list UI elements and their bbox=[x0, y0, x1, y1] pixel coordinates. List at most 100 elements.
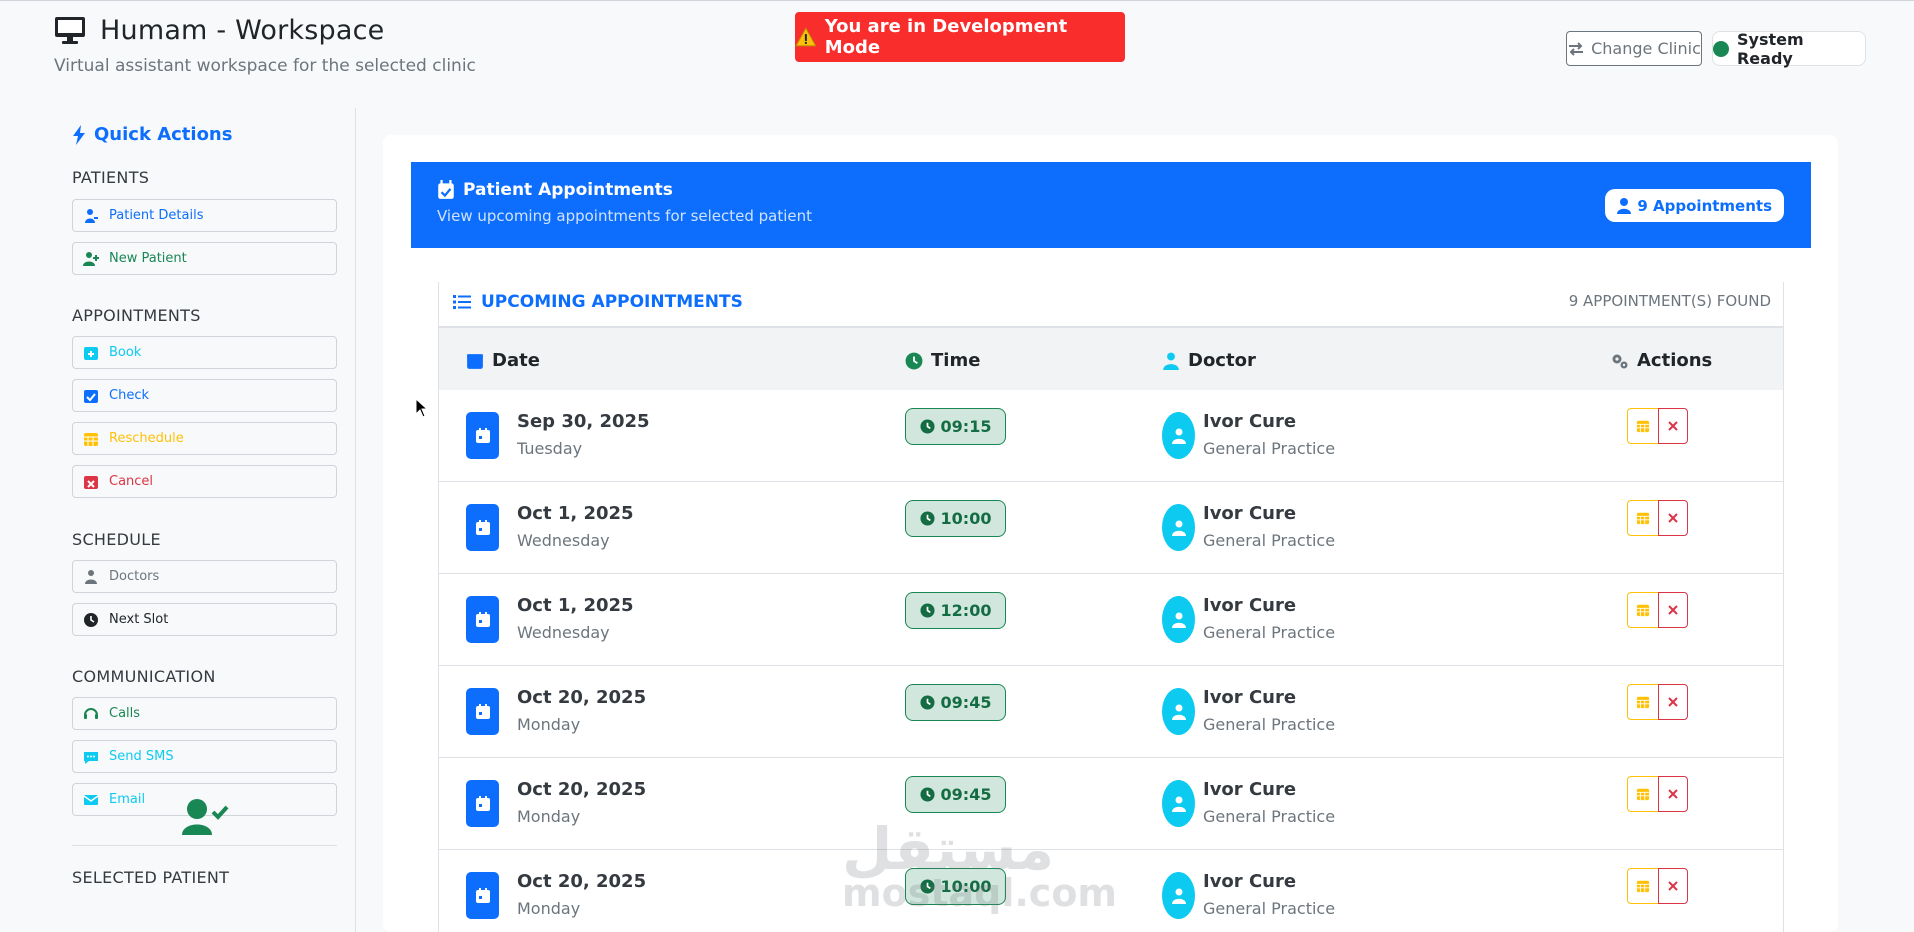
section-communication: COMMUNICATION bbox=[72, 667, 216, 686]
change-clinic-button[interactable]: Change Clinic bbox=[1566, 31, 1702, 66]
doctor-name: Ivor Cure bbox=[1203, 871, 1297, 892]
calendar-icon bbox=[1636, 788, 1650, 801]
appointment-time-badge: 10:00 bbox=[905, 868, 1006, 905]
change-clinic-label: Change Clinic bbox=[1591, 39, 1701, 58]
reschedule-appointment-button[interactable] bbox=[1627, 408, 1659, 444]
user-injured-icon bbox=[85, 208, 98, 223]
doctor-avatar bbox=[1162, 596, 1195, 643]
appointment-day: Tuesday bbox=[517, 439, 583, 458]
next-slot-button[interactable]: Next Slot bbox=[72, 603, 337, 636]
user-doctor-icon bbox=[1171, 888, 1186, 904]
reschedule-appointment-button[interactable] bbox=[1627, 500, 1659, 536]
send-sms-button[interactable]: Send SMS bbox=[72, 740, 337, 773]
clock-icon bbox=[920, 603, 935, 618]
appointment-time-badge: 10:00 bbox=[905, 500, 1006, 537]
clock-icon bbox=[920, 879, 935, 894]
doctor-name: Ivor Cure bbox=[1203, 779, 1297, 800]
section-selected-patient: SELECTED PATIENT bbox=[72, 868, 230, 887]
bolt-icon bbox=[73, 124, 85, 145]
calendar-icon bbox=[466, 412, 499, 459]
patient-details-button[interactable]: Patient Details bbox=[72, 199, 337, 232]
app-title: Humam - Workspace bbox=[54, 14, 384, 46]
check-button[interactable]: Check bbox=[72, 379, 337, 412]
appointment-day: Monday bbox=[517, 715, 581, 734]
reschedule-appointment-button[interactable] bbox=[1627, 776, 1659, 812]
appointment-date: Oct 1, 2025 bbox=[517, 503, 634, 524]
calendar-icon bbox=[466, 504, 499, 551]
calendar-icon bbox=[466, 688, 499, 735]
calendar-icon bbox=[466, 780, 499, 827]
column-header-actions: Actions bbox=[1611, 350, 1712, 371]
section-appointments: APPOINTMENTS bbox=[72, 306, 201, 325]
appointment-date: Oct 1, 2025 bbox=[517, 595, 634, 616]
doctor-name: Ivor Cure bbox=[1203, 411, 1297, 432]
cancel-appointment-button[interactable] bbox=[1658, 776, 1688, 812]
new-patient-button[interactable]: New Patient bbox=[72, 242, 337, 275]
doctor-avatar bbox=[1162, 688, 1195, 735]
doctor-name: Ivor Cure bbox=[1203, 503, 1297, 524]
table-row: Oct 20, 2025 Monday 09:45 Ivor Cure Gene… bbox=[439, 758, 1783, 850]
table-row: Oct 20, 2025 Monday 10:00 Ivor Cure Gene… bbox=[439, 850, 1783, 932]
monitor-icon bbox=[55, 17, 85, 44]
doctor-specialty: General Practice bbox=[1203, 715, 1336, 734]
user-doctor-icon bbox=[1171, 704, 1186, 720]
appointment-time-badge: 09:15 bbox=[905, 408, 1006, 445]
calendar-icon bbox=[1636, 880, 1650, 893]
dev-mode-banner: You are in Development Mode bbox=[795, 12, 1125, 62]
doctor-specialty: General Practice bbox=[1203, 807, 1336, 826]
cancel-appointment-button[interactable] bbox=[1658, 592, 1688, 628]
cancel-appointment-button[interactable] bbox=[1658, 684, 1688, 720]
table-row: Oct 1, 2025 Wednesday 12:00 Ivor Cure Ge… bbox=[439, 574, 1783, 666]
appointment-date: Oct 20, 2025 bbox=[517, 779, 647, 800]
cancel-button[interactable]: Cancel bbox=[72, 465, 337, 498]
cancel-appointment-button[interactable] bbox=[1658, 408, 1688, 444]
clock-icon bbox=[920, 419, 935, 434]
page-title: Humam - Workspace bbox=[100, 14, 385, 46]
calendar-check-icon bbox=[438, 180, 454, 199]
book-button[interactable]: Book bbox=[72, 336, 337, 369]
appointment-date: Oct 20, 2025 bbox=[517, 687, 647, 708]
doctor-avatar bbox=[1162, 872, 1195, 919]
doctor-specialty: General Practice bbox=[1203, 899, 1336, 918]
found-count: 9 APPOINTMENT(S) FOUND bbox=[1568, 292, 1771, 310]
reschedule-button[interactable]: Reschedule bbox=[72, 422, 337, 455]
table-row: Sep 30, 2025 Tuesday 09:15 Ivor Cure Gen… bbox=[439, 390, 1783, 482]
calendar-icon bbox=[466, 872, 499, 919]
calls-button[interactable]: Calls bbox=[72, 697, 337, 730]
appointment-time-badge: 12:00 bbox=[905, 592, 1006, 629]
appointment-day: Wednesday bbox=[517, 623, 610, 642]
user-doctor-icon bbox=[1171, 796, 1186, 812]
close-icon bbox=[1668, 697, 1678, 707]
exchange-icon bbox=[1569, 41, 1584, 56]
appointment-date: Oct 20, 2025 bbox=[517, 871, 647, 892]
clock-icon bbox=[84, 612, 98, 627]
clock-icon bbox=[920, 695, 935, 710]
appointment-date: Sep 30, 2025 bbox=[517, 411, 650, 432]
appointments-table: UPCOMING APPOINTMENTS 9 APPOINTMENT(S) F… bbox=[438, 282, 1784, 932]
reschedule-appointment-button[interactable] bbox=[1627, 684, 1659, 720]
doctor-name: Ivor Cure bbox=[1203, 595, 1297, 616]
column-header-doctor: Doctor bbox=[1162, 350, 1256, 371]
appointment-day: Monday bbox=[517, 807, 581, 826]
cancel-appointment-button[interactable] bbox=[1658, 868, 1688, 904]
calendar-icon bbox=[466, 596, 499, 643]
appointment-time-badge: 09:45 bbox=[905, 684, 1006, 721]
clock-icon bbox=[920, 787, 935, 802]
calendar-icon bbox=[467, 353, 483, 369]
panel-subtitle: View upcoming appointments for selected … bbox=[437, 207, 813, 225]
reschedule-appointment-button[interactable] bbox=[1627, 592, 1659, 628]
section-patients: PATIENTS bbox=[72, 168, 150, 187]
panel-title: Patient Appointments bbox=[437, 180, 673, 200]
envelope-icon bbox=[83, 794, 99, 805]
clock-icon bbox=[905, 352, 923, 369]
quick-actions-title: Quick Actions bbox=[72, 124, 232, 145]
gears-icon bbox=[1612, 354, 1628, 368]
doctor-avatar bbox=[1162, 504, 1195, 551]
sms-icon bbox=[84, 751, 98, 764]
calendar-icon bbox=[1636, 420, 1650, 433]
cancel-appointment-button[interactable] bbox=[1658, 500, 1688, 536]
status-dot-icon bbox=[1713, 40, 1729, 57]
doctors-button[interactable]: Doctors bbox=[72, 560, 337, 593]
reschedule-appointment-button[interactable] bbox=[1627, 868, 1659, 904]
user-check-icon bbox=[182, 799, 229, 835]
